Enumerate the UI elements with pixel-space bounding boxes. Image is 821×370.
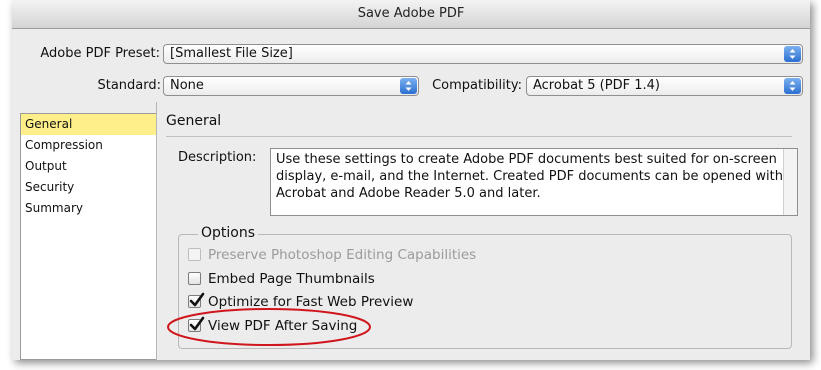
compatibility-value: Acrobat 5 (PDF 1.4) [533,78,660,93]
section-title: General [166,113,222,129]
popup-arrows-icon [784,46,801,62]
compatibility-label: Compatibility: [432,78,522,93]
description-text: Use these settings to create Adobe PDF d… [276,152,783,201]
description-box: Use these settings to create Adobe PDF d… [270,148,798,216]
checkbox-embed-page-thumbnails[interactable] [188,272,201,285]
preset-label: Adobe PDF Preset: [40,46,160,61]
sidebar-item-security[interactable]: Security [21,177,156,198]
checkbox-preserve-photoshop-editing [188,248,201,261]
checkbox-optimize-fast-web-preview[interactable] [188,292,205,308]
checkmark-icon [189,316,205,331]
section-divider [166,136,792,137]
preset-value: [Smallest File Size] [170,46,293,61]
sidebar: General Compression Output Security Summ… [20,113,157,360]
standard-value: None [170,78,204,93]
compatibility-popup[interactable]: Acrobat 5 (PDF 1.4) [526,76,803,96]
popup-arrows-icon [400,78,417,94]
option-label: Optimize for Fast Web Preview [208,294,414,310]
sidebar-item-output[interactable]: Output [21,156,156,177]
description-label: Description: [178,150,257,165]
popup-arrows-icon [784,78,801,94]
checkbox-view-pdf-after-saving[interactable] [188,316,205,332]
options-legend: Options [198,224,259,242]
standard-label: Standard: [97,78,161,93]
sidebar-item-compression[interactable]: Compression [21,135,156,156]
sidebar-item-general[interactable]: General [21,114,156,135]
option-label: Embed Page Thumbnails [208,271,375,287]
checkmark-icon [189,292,205,307]
sidebar-item-summary[interactable]: Summary [21,198,156,219]
option-label: View PDF After Saving [208,318,358,334]
description-scrollbar[interactable] [783,149,797,215]
standard-popup[interactable]: None [163,76,419,96]
option-label: Preserve Photoshop Editing Capabilities [208,247,477,263]
preset-popup[interactable]: [Smallest File Size] [163,44,803,64]
dialog-title: Save Adobe PDF [12,0,810,29]
